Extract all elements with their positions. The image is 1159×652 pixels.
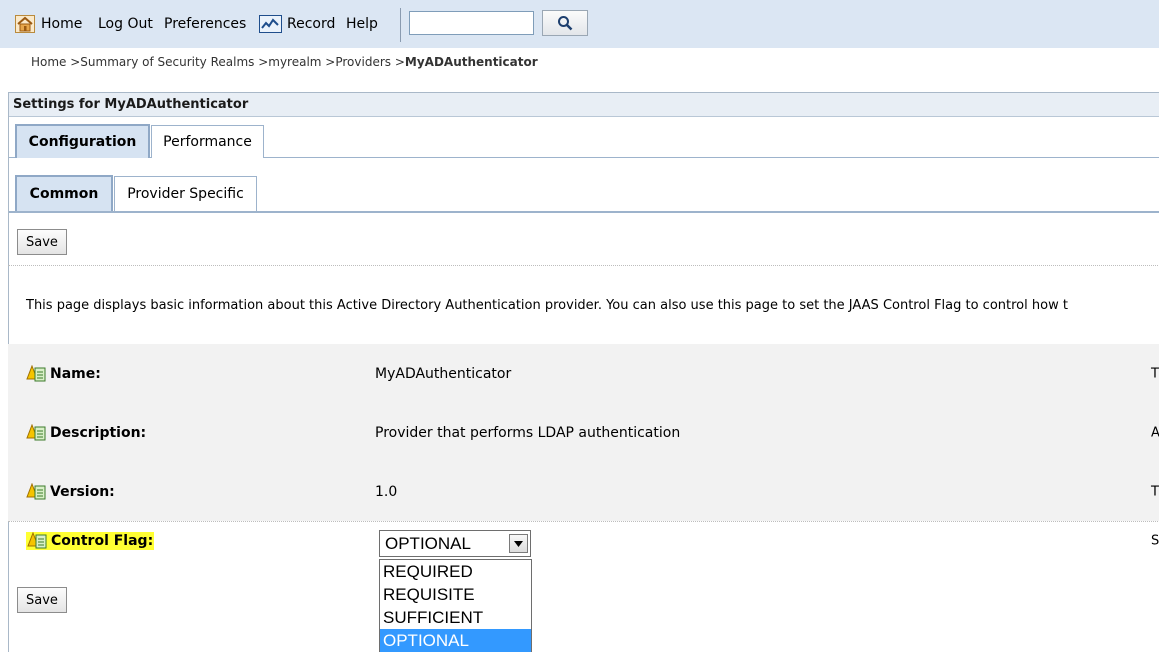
highlight: Control Flag: [26,532,155,550]
field-value-version: 1.0 [375,483,398,500]
preferences-link[interactable]: Preferences [164,9,246,39]
option-optional[interactable]: OPTIONAL [380,629,531,652]
field-label-text: Version: [50,483,115,500]
option-required[interactable]: REQUIRED [380,560,531,583]
field-info-icon[interactable] [27,532,47,550]
field-help-text: T [1151,366,1159,381]
tab-common[interactable]: Common [15,175,113,211]
home-label: Home [41,16,83,32]
dropdown-toggle[interactable] [509,534,528,553]
field-label-text: Name: [50,365,101,382]
field-help-text: A [1151,425,1159,440]
breadcrumb-current: MyADAuthenticator [404,55,538,69]
field-value-name: MyADAuthenticator [375,365,512,382]
field-label-control-flag: Control Flag: [26,532,155,550]
field-row-control-flag: Control Flag: S [8,521,1159,561]
logout-link[interactable]: Log Out [98,9,153,39]
logout-label: Log Out [98,16,153,32]
sub-tabs: Common Provider Specific [9,169,1159,213]
field-label-text: Description: [50,424,147,441]
field-label-name: Name: [26,364,101,383]
field-row-description: Description: Provider that performs LDAP… [8,403,1159,462]
home-icon [15,15,35,33]
save-button-top[interactable]: Save [17,229,67,255]
field-row-version: Version: 1.0 T [8,462,1159,521]
help-label: Help [346,16,378,32]
save-button-bottom[interactable]: Save [17,587,67,613]
field-label-text: Control Flag: [51,533,154,549]
home-link[interactable]: Home [15,9,82,39]
search-button[interactable] [542,10,588,36]
field-row-name: Name: MyADAuthenticator T [8,344,1159,403]
record-link[interactable]: Record [259,9,335,39]
page-description: This page displays basic information abo… [26,298,1068,313]
control-flag-options: REQUIRED REQUISITE SUFFICIENT OPTIONAL [379,559,532,652]
record-icon [259,15,282,33]
field-info-icon[interactable] [26,364,46,383]
tab-provider-specific[interactable]: Provider Specific [114,176,257,211]
breadcrumb: Home >Summary of Security Realms >myreal… [31,55,538,69]
settings-title: Settings for MyADAuthenticator [9,93,1159,117]
option-requisite[interactable]: REQUISITE [380,583,531,606]
search-input[interactable] [409,11,534,35]
field-label-description: Description: [26,423,147,442]
tab-configuration[interactable]: Configuration [15,124,150,158]
field-info-icon[interactable] [26,423,46,442]
record-label: Record [287,16,336,32]
field-value-description: Provider that performs LDAP authenticati… [375,424,681,441]
divider [8,265,1158,266]
top-toolbar: Home Log Out Preferences Record Help [0,0,1159,48]
field-help-text: T [1151,484,1159,499]
tab-performance[interactable]: Performance [151,125,264,158]
field-info-icon[interactable] [26,482,46,501]
main-tabs: Configuration Performance [9,117,1159,158]
breadcrumb-path[interactable]: Home >Summary of Security Realms >myreal… [31,55,405,69]
toolbar-divider [400,8,401,42]
field-label-version: Version: [26,482,115,501]
search-icon [558,16,573,31]
field-help-text: S [1151,533,1159,549]
preferences-label: Preferences [164,16,247,32]
control-flag-select[interactable]: OPTIONAL [379,530,531,557]
chevron-down-icon [514,540,523,547]
option-sufficient[interactable]: SUFFICIENT [380,606,531,629]
help-link[interactable]: Help [346,9,378,39]
select-value: OPTIONAL [385,533,471,553]
